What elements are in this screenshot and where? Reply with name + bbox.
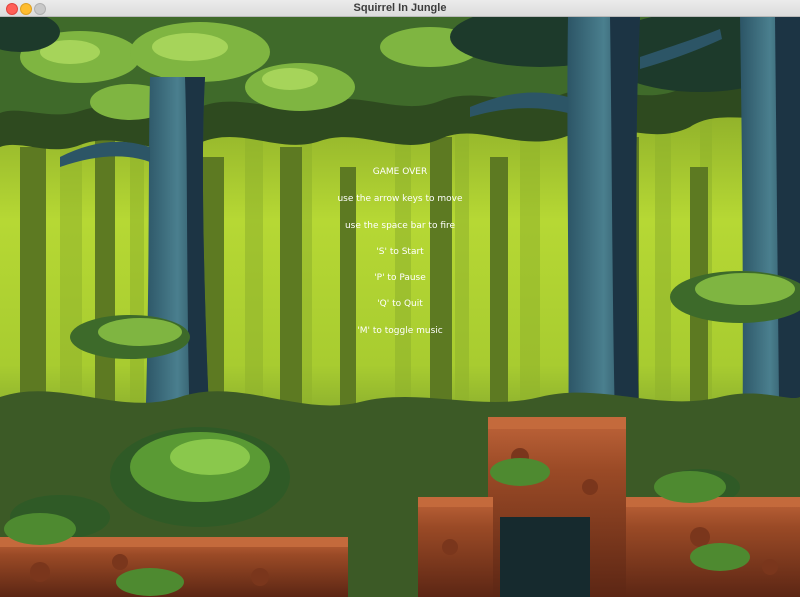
instruction-pause: 'P' to Pause [374, 273, 426, 283]
title-bar: Squirrel In Jungle [0, 0, 800, 17]
window-title: Squirrel In Jungle [353, 2, 447, 14]
game-window: Squirrel In Jungle GAME OVER use the arr… [0, 0, 800, 597]
instruction-move: use the arrow keys to move [337, 194, 463, 204]
instruction-quit: 'Q' to Quit [377, 299, 423, 309]
game-canvas[interactable]: GAME OVER use the arrow keys to move use… [0, 17, 800, 597]
game-over-text: GAME OVER [372, 167, 428, 177]
instruction-music: 'M' to toggle music [357, 326, 443, 336]
instruction-start: 'S' to Start [376, 247, 424, 257]
canopy [0, 17, 800, 150]
instruction-fire: use the space bar to fire [344, 221, 456, 231]
